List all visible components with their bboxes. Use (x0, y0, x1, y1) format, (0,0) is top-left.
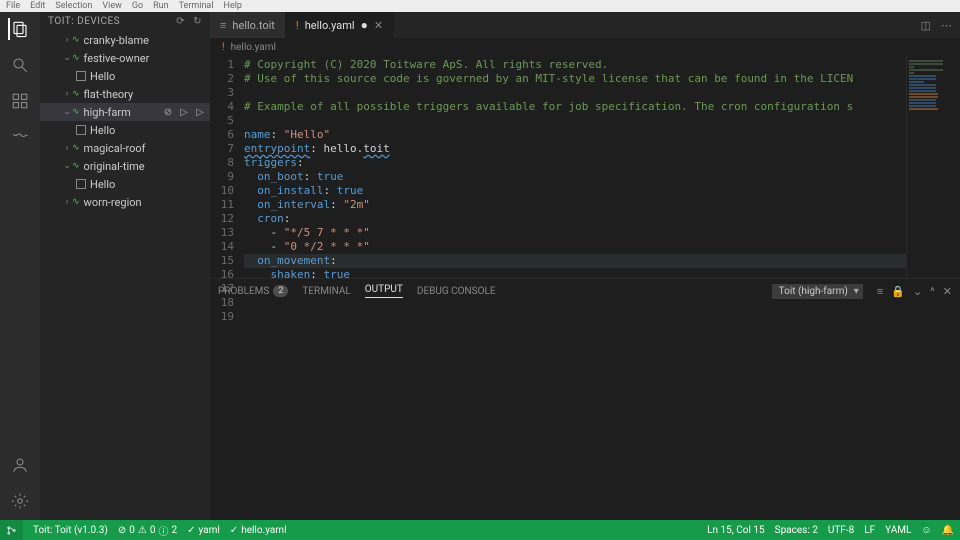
lock-icon[interactable]: 🔒 (891, 285, 905, 298)
menu-terminal[interactable]: Terminal (179, 1, 214, 11)
explorer-icon[interactable] (8, 18, 30, 40)
menu-help[interactable]: Help (224, 1, 242, 11)
status-check-yaml[interactable]: ✓ yaml (187, 525, 220, 536)
minimap[interactable] (906, 56, 960, 278)
sidebar: TOIT: DEVICES ⟳ ↻ ›∿cranky-blame⌄∿festiv… (40, 12, 210, 520)
status-eol[interactable]: LF (864, 525, 875, 536)
device-flat-theory[interactable]: ›∿flat-theory (40, 85, 210, 103)
menu-go[interactable]: Go (132, 1, 143, 11)
device-worn-region[interactable]: ›∿worn-region (40, 193, 210, 211)
close-panel-icon[interactable]: ✕ (943, 285, 952, 298)
line-gutter: 12345678910111213141516171819 (210, 56, 244, 278)
breadcrumb-label: hello.yaml (231, 42, 276, 53)
vscode-app: TOIT: DEVICES ⟳ ↻ ›∿cranky-blame⌄∿festiv… (0, 12, 960, 540)
app-hello[interactable]: Hello (40, 175, 210, 193)
editor-area: ≡hello.toit!hello.yaml●✕◫⋯ ! hello.yaml … (210, 12, 960, 520)
vc-branch-icon[interactable] (0, 520, 23, 540)
deploy-icon[interactable]: ▷ (194, 107, 206, 118)
menu-file[interactable]: File (6, 1, 20, 11)
maximize-icon[interactable]: ^ (930, 285, 935, 298)
sidebar-title: TOIT: DEVICES (48, 16, 120, 27)
tab-bar: ≡hello.toit!hello.yaml●✕◫⋯ (210, 12, 960, 38)
file-icon: ! (222, 42, 225, 53)
bell-icon[interactable]: 🔔 (942, 525, 954, 536)
panel-tabs: PROBLEMS2TERMINALOUTPUTDEBUG CONSOLEToit… (210, 279, 960, 303)
gear-icon[interactable] (9, 490, 31, 512)
tab-hello-yaml[interactable]: !hello.yaml●✕ (286, 12, 394, 38)
output-content[interactable] (210, 303, 960, 520)
split-icon[interactable]: ◫ (921, 19, 931, 32)
app-hello[interactable]: Hello (40, 67, 210, 85)
toit-icon[interactable] (9, 126, 31, 148)
output-channel-select[interactable]: Toit (high-farm) (772, 284, 863, 299)
file-icon: ≡ (220, 19, 226, 32)
panel-tab-debug-console[interactable]: DEBUG CONSOLE (417, 286, 496, 297)
device-tree: ›∿cranky-blame⌄∿festive-ownerHello›∿flat… (40, 31, 210, 520)
sidebar-header: TOIT: DEVICES ⟳ ↻ (40, 12, 210, 31)
device-magical-roof[interactable]: ›∿magical-roof (40, 139, 210, 157)
status-branch[interactable]: Toit: Toit (v1.0.3) (33, 525, 108, 536)
status-diagnostics[interactable]: ⊘0 ⚠0 ⓘ2 (118, 523, 177, 538)
menu-edit[interactable]: Edit (30, 1, 45, 11)
account-icon[interactable] (9, 454, 31, 476)
device-original-time[interactable]: ⌄∿original-time (40, 157, 210, 175)
play-icon[interactable]: ▷ (178, 107, 190, 118)
app-hello[interactable]: Hello (40, 121, 210, 139)
tab-hello-toit[interactable]: ≡hello.toit (210, 12, 286, 38)
bottom-panel: PROBLEMS2TERMINALOUTPUTDEBUG CONSOLEToit… (210, 278, 960, 520)
menu-selection[interactable]: Selection (55, 1, 92, 11)
status-indent[interactable]: Spaces: 2 (775, 525, 818, 536)
more-icon[interactable]: ⋯ (941, 19, 952, 32)
close-icon[interactable]: ✕ (374, 19, 383, 32)
sync-icon[interactable]: ↻ (193, 16, 202, 27)
clear-icon[interactable]: ≡ (877, 285, 883, 298)
os-menubar: File Edit Selection View Go Run Terminal Help (0, 0, 960, 12)
device-festive-owner[interactable]: ⌄∿festive-owner (40, 49, 210, 67)
status-bar: Toit: Toit (v1.0.3) ⊘0 ⚠0 ⓘ2 ✓ yaml ✓ he… (0, 520, 960, 540)
device-high-farm[interactable]: ⌄∿high-farm⊘▷▷ (40, 103, 210, 121)
code-editor[interactable]: 12345678910111213141516171819 # Copyrigh… (210, 56, 960, 278)
refresh-icon[interactable]: ⟳ (176, 16, 185, 27)
collapse-icon[interactable]: ⌄ (913, 285, 922, 298)
status-lang[interactable]: YAML (885, 525, 911, 536)
feedback-icon[interactable]: ☺ (921, 525, 931, 536)
breadcrumb[interactable]: ! hello.yaml (210, 38, 960, 56)
status-cursor[interactable]: Ln 15, Col 15 (707, 525, 764, 536)
status-check-file[interactable]: ✓ hello.yaml (230, 525, 287, 536)
menu-run[interactable]: Run (153, 1, 168, 11)
status-encoding[interactable]: UTF-8 (828, 525, 854, 536)
search-icon[interactable] (9, 54, 31, 76)
device-cranky-blame[interactable]: ›∿cranky-blame (40, 31, 210, 49)
code-content[interactable]: # Copyright (C) 2020 Toitware ApS. All r… (244, 56, 906, 278)
menu-view[interactable]: View (102, 1, 121, 11)
extensions-icon[interactable] (9, 90, 31, 112)
file-icon: ! (296, 19, 299, 32)
modified-dot: ● (361, 18, 368, 32)
panel-tab-terminal[interactable]: TERMINAL (302, 286, 350, 297)
stop-icon[interactable]: ⊘ (162, 107, 174, 118)
activity-bar (0, 12, 40, 520)
panel-tab-output[interactable]: OUTPUT (365, 284, 403, 298)
